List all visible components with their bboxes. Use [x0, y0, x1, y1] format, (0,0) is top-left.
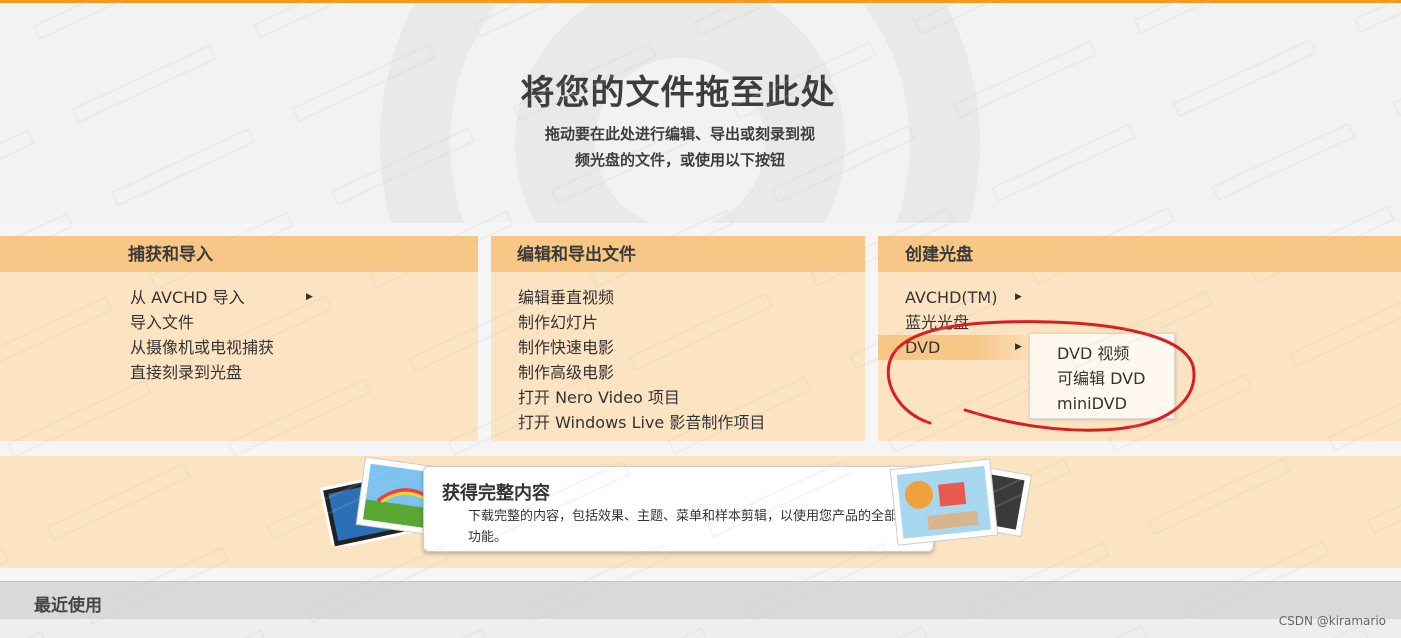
menu-item-import-files[interactable]: 导入文件 [130, 310, 478, 335]
menu-item-advanced-movie[interactable]: 制作高级电影 [518, 360, 865, 385]
menu-item-avchd-import[interactable]: 从 AVCHD 导入 ▶ [130, 285, 478, 310]
drop-zone-subtitle: 拖动要在此处进行编辑、导出或刻录到视 频光盘的文件，或使用以下按钮 [520, 121, 840, 173]
promo-title: 获得完整内容 [442, 483, 550, 504]
menu-item-make-slideshow[interactable]: 制作幻灯片 [518, 310, 865, 335]
source-credit: CSDN @kiramario [1278, 614, 1386, 628]
drop-zone-subtitle-line1: 拖动要在此处进行编辑、导出或刻录到视 [544, 125, 815, 143]
menu-item-avchd-tm[interactable]: AVCHD(TM) ▶ [878, 285, 1038, 310]
menu-item-open-windows-live-project[interactable]: 打开 Windows Live 影音制作项目 [518, 410, 865, 435]
capture-import-panel: 捕获和导入 从 AVCHD 导入 ▶ 导入文件 从摄像机或电视捕获 直接刻录到光… [0, 236, 478, 441]
edit-export-panel: 编辑和导出文件 编辑垂直视频 制作幻灯片 制作快速电影 制作高级电影 打开 Ne… [491, 236, 865, 441]
photo-stack-right-image [889, 458, 1033, 546]
submenu-arrow-icon: ▶ [306, 292, 313, 302]
get-full-content-card[interactable]: 获得完整内容 下载完整的内容，包括效果、主题、菜单和样本剪辑，以使用您产品的全部… [423, 466, 934, 552]
recent-section-header: 最近使用 [0, 581, 1401, 619]
promo-description: 下载完整的内容，包括效果、主题、菜单和样本剪辑，以使用您产品的全部功能。 [468, 509, 898, 545]
panel-title: 编辑和导出文件 [491, 236, 865, 272]
menu-item-open-nero-project[interactable]: 打开 Nero Video 项目 [518, 385, 865, 410]
menu-item-label: 从 AVCHD 导入 [130, 288, 245, 307]
menu-item-capture-camera-tv[interactable]: 从摄像机或电视捕获 [130, 335, 478, 360]
menu-item-label: AVCHD(TM) [905, 288, 998, 307]
submenu-arrow-icon: ▶ [1015, 292, 1022, 302]
recent-list-area [0, 619, 1401, 638]
panel-title: 捕获和导入 [0, 236, 478, 272]
file-drop-zone[interactable]: 将您的文件拖至此处 拖动要在此处进行编辑、导出或刻录到视 频光盘的文件，或使用以… [0, 3, 1401, 223]
menu-item-quick-movie[interactable]: 制作快速电影 [518, 335, 865, 360]
recent-label: 最近使用 [34, 596, 102, 616]
red-circle-annotation [886, 320, 1196, 432]
menu-item-edit-vertical-video[interactable]: 编辑垂直视频 [518, 285, 865, 310]
menu-item-burn-direct[interactable]: 直接刻录到光盘 [130, 360, 478, 385]
drop-zone-subtitle-line2: 频光盘的文件，或使用以下按钮 [574, 151, 785, 169]
drop-zone-title: 将您的文件拖至此处 [520, 73, 836, 113]
panel-title: 创建光盘 [878, 236, 1401, 272]
